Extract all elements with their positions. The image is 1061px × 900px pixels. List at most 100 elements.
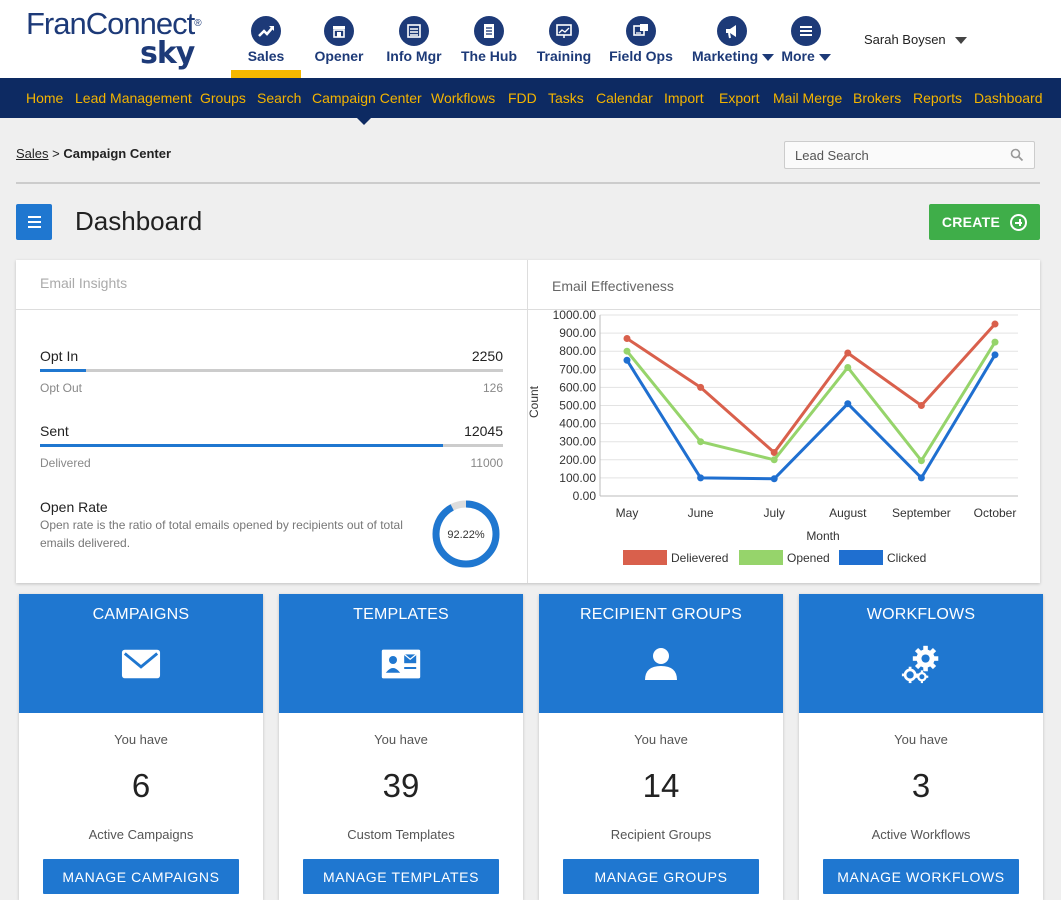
nav-brokers[interactable]: Brokers [853,90,901,106]
opt-in-progress-fill [40,369,87,372]
module-sales[interactable]: Sales [231,14,301,78]
module-more[interactable]: More [780,14,832,78]
nav-mail-merge[interactable]: Mail Merge [773,90,842,106]
module-info-mgr[interactable]: Info Mgr [382,14,446,78]
nav-workflows[interactable]: Workflows [431,90,495,106]
card-count: 39 [382,767,420,804]
module-the-hub[interactable]: The Hub [458,14,520,78]
breadcrumb-sales-link[interactable]: Sales [16,146,49,161]
nav-campaign-center[interactable]: Campaign Center [312,90,422,106]
legend-swatch [739,550,783,565]
delivered-value: 11000 [470,456,503,470]
trending-up-icon [251,16,281,46]
module-label: Training [536,48,592,64]
data-point [770,475,778,483]
chart-series [623,320,999,483]
card-description: Active Workflows [871,827,971,842]
card-you-have: You have [634,732,688,747]
module-field-ops[interactable]: Field Ops [608,14,674,78]
megaphone-icon [717,16,747,46]
chart-x-ticks: May June July August September October [616,506,1017,520]
gears-icon [901,644,941,684]
y-tick-label: 700.00 [559,362,596,376]
lead-search-input[interactable] [785,142,995,168]
x-tick-label: October [974,506,1017,520]
x-tick-label: May [616,506,639,520]
module-marketing[interactable]: Marketing [692,14,775,78]
nav-dashboard[interactable]: Dashboard [974,90,1043,106]
search-icon[interactable] [1010,148,1024,167]
y-tick-label: 800.00 [559,344,596,358]
manage-workflows-button[interactable]: MANAGE WORKFLOWS [823,859,1019,894]
nav-fdd[interactable]: FDD [508,90,537,106]
sent-value: 12045 [464,423,503,439]
hamburger-icon [791,16,821,46]
chevron-down-icon [955,37,968,45]
nav-lead-management[interactable]: Lead Management [75,90,192,106]
id-card-icon [381,644,421,684]
card-description: Active Campaigns [88,827,194,842]
side-menu-toggle-button[interactable] [16,204,52,240]
opt-in-label: Opt In [40,348,79,364]
data-point [623,335,631,343]
franconnect-logo[interactable]: FranConnect® sky [26,8,226,72]
module-label: The Hub [461,48,517,64]
card-you-have: You have [894,732,948,747]
y-tick-label: 400.00 [559,417,596,431]
nav-search[interactable]: Search [257,90,301,106]
open-rate-value: 92.22% [447,529,485,541]
tasks-icon [626,16,656,46]
manage-campaigns-button[interactable]: MANAGE CAMPAIGNS [43,859,239,894]
lead-search-box [784,141,1035,169]
y-tick-label: 900.00 [559,326,596,340]
email-effectiveness-title: Email Effectiveness [552,278,674,294]
chart-legend: Delievered Opened Clicked [623,550,926,565]
nav-reports[interactable]: Reports [913,90,962,106]
data-point [917,474,925,482]
top-header: FranConnect® sky Sales Opener Info Mgr T… [0,0,1061,78]
delivered-label: Delivered [40,456,91,470]
nav-export[interactable]: Export [719,90,759,106]
nav-tasks[interactable]: Tasks [548,90,584,106]
y-tick-label: 1000.00 [553,310,597,322]
module-training[interactable]: Training [533,14,595,78]
sent-progress-bar [40,444,503,447]
nav-import[interactable]: Import [664,90,704,106]
manage-groups-button[interactable]: MANAGE GROUPS [563,859,759,894]
user-menu[interactable]: Sarah Boysen [864,32,968,47]
data-point [697,383,705,391]
create-button[interactable]: CREATE [929,204,1040,240]
nav-calendar[interactable]: Calendar [596,90,653,106]
data-point [623,347,631,355]
email-insights-title: Email Insights [40,275,128,291]
recipient-groups-card: RECIPIENT GROUPS You have 14 Recipient G… [539,594,783,900]
nav-home[interactable]: Home [26,90,63,106]
data-point [844,363,852,371]
module-label: Marketing [692,48,759,64]
x-tick-label: September [892,506,951,520]
card-title: WORKFLOWS [866,606,976,623]
data-point [917,457,925,465]
y-tick-label: 100.00 [559,471,596,485]
data-point [844,400,852,408]
chevron-down-icon [762,53,775,61]
divider [16,182,1040,184]
card-title: TEMPLATES [353,606,449,623]
card-count: 6 [131,767,151,804]
logo-text-sub: sky [140,36,195,71]
card-count: 3 [911,767,931,804]
breadcrumb-current: Campaign Center [63,146,172,161]
y-tick-label: 500.00 [559,399,596,413]
module-label: Field Ops [609,48,673,64]
chart-y-ticks: 0.00 100.00 200.00 300.00 400.00 500.00 600.00… [553,310,597,503]
module-opener[interactable]: Opener [309,14,369,78]
nav-groups[interactable]: Groups [200,90,246,106]
document-icon [474,16,504,46]
opt-in-progress-bar [40,369,503,372]
data-point [697,474,705,482]
card-you-have: You have [114,732,168,747]
breadcrumb-separator: > [52,146,60,161]
manage-templates-button[interactable]: MANAGE TEMPLATES [303,859,499,894]
plus-circle-icon [1010,213,1028,231]
logo-reg-mark: ® [194,18,201,29]
